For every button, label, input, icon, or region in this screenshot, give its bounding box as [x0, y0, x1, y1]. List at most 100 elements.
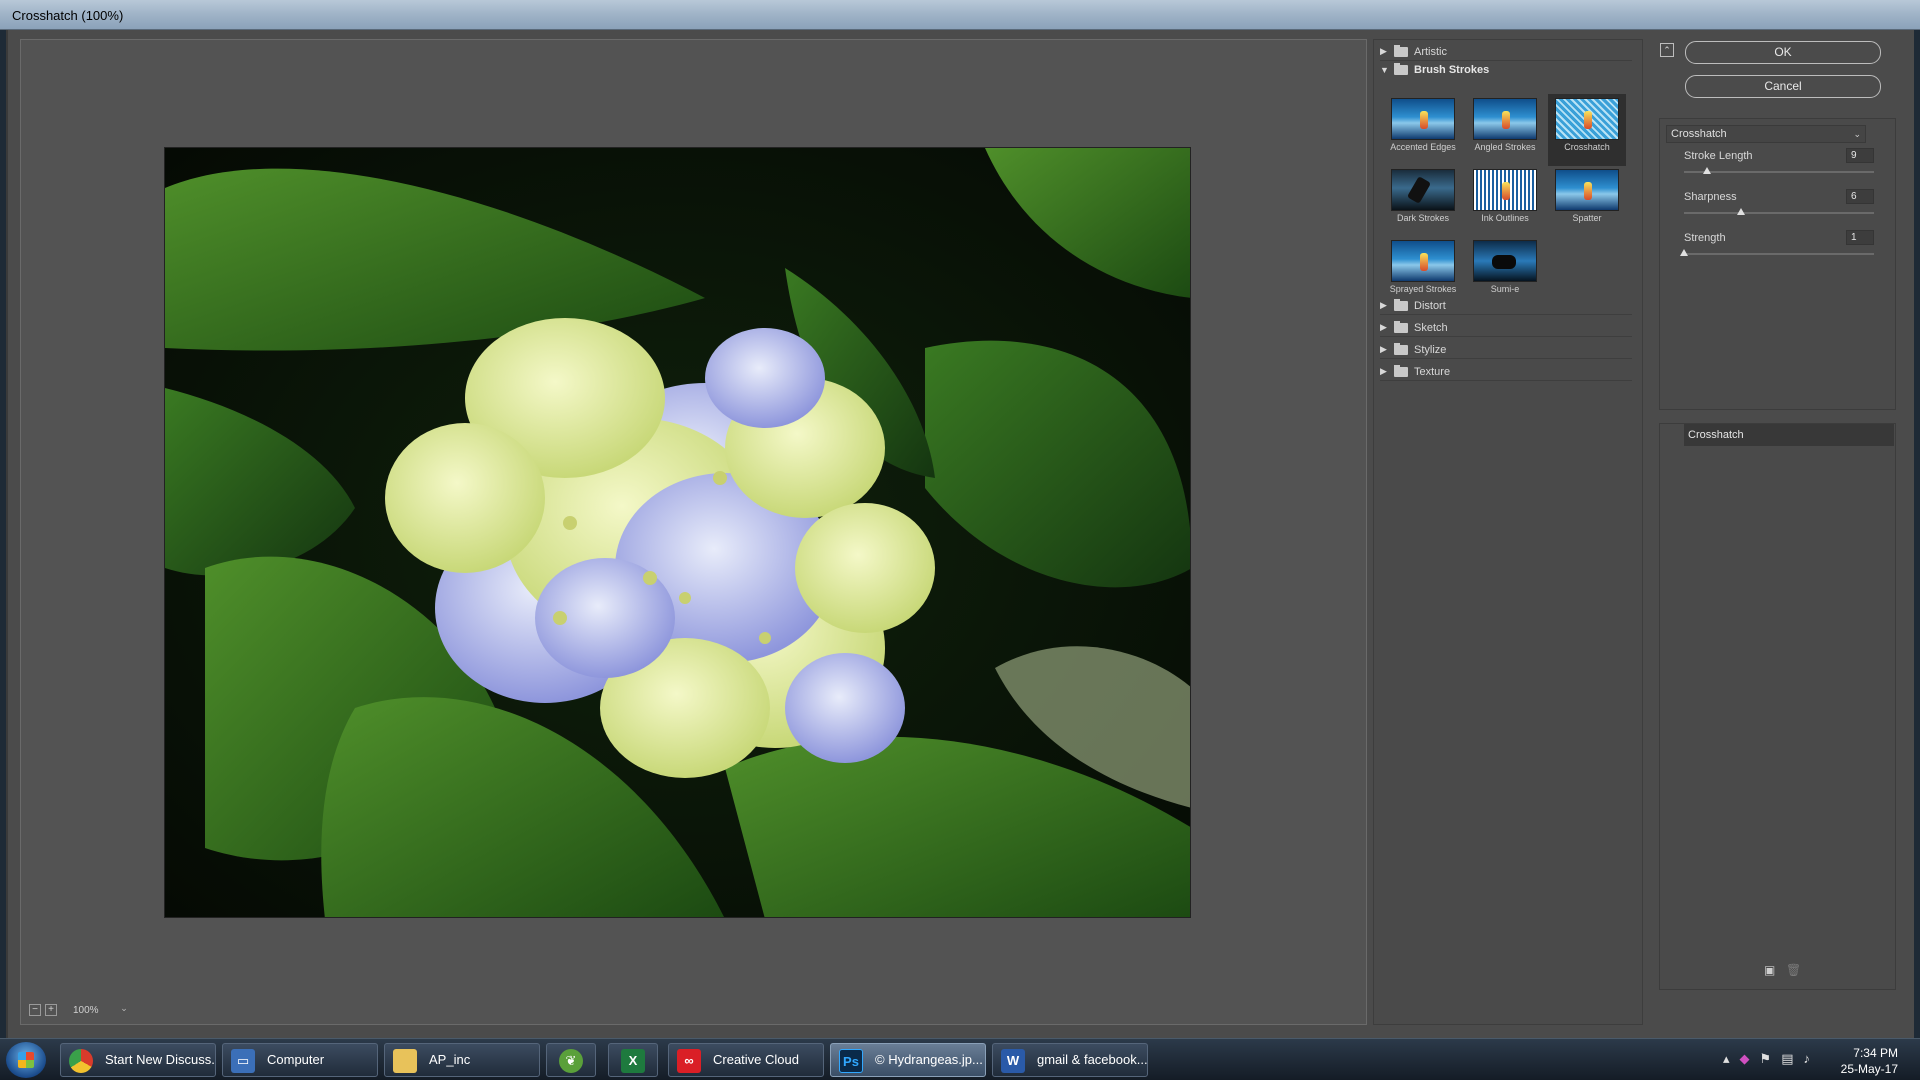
preview-area[interactable]: − + 100% ⌄ [20, 39, 1367, 1025]
title-bar: Crosshatch (100%) [0, 0, 1920, 30]
thumbnail-image [1473, 98, 1537, 140]
app-tray-icon[interactable]: ◆ [1740, 1051, 1750, 1067]
filter-gallery-list: ▶ Artistic ▼ Brush Strokes Accented Edge… [1373, 39, 1643, 1025]
filter-thumb-ink-outlines[interactable]: Ink Outlines [1466, 165, 1544, 237]
zoom-out-button[interactable]: − [29, 1004, 41, 1016]
filter-thumb-accented-edges[interactable]: Accented Edges [1384, 94, 1462, 166]
folder-label: Stylize [1414, 343, 1447, 356]
folder-icon [1394, 320, 1408, 333]
photoshop-icon: Ps [839, 1049, 863, 1073]
param-label: Stroke Length [1684, 150, 1753, 162]
thumbnail-image [1473, 240, 1537, 282]
clock-time: 7:34 PM [1853, 1046, 1898, 1060]
task-chrome[interactable]: Start New Discuss... [60, 1043, 216, 1077]
task-excel[interactable]: X [608, 1043, 658, 1077]
slider-thumb[interactable] [1702, 167, 1711, 174]
clock[interactable]: 7:34 PM 25-May-17 [1841, 1045, 1898, 1077]
task-label: AP_inc [429, 1052, 471, 1067]
folder-artistic[interactable]: ▶ Artistic [1380, 43, 1632, 61]
thumbnail-image [1555, 98, 1619, 140]
slider-track[interactable] [1684, 212, 1874, 214]
task-word[interactable]: W gmail & facebook... [992, 1043, 1148, 1077]
window-title: Crosshatch (100%) [12, 8, 124, 23]
show-hidden-icons-icon[interactable]: ▴ [1723, 1051, 1730, 1067]
expand-arrow-icon: ▶ [1380, 366, 1387, 376]
expand-arrow-icon: ▶ [1380, 46, 1387, 56]
folder-icon [1394, 342, 1408, 355]
chevron-down-icon: ⌄ [1853, 129, 1861, 139]
thumbnail-image [1555, 169, 1619, 211]
zoom-controls: − + 100% ⌄ [29, 1002, 131, 1018]
folder-sketch[interactable]: ▶ Sketch [1380, 319, 1632, 337]
clock-date: 25-May-17 [1840, 1062, 1898, 1076]
folder-brush-strokes[interactable]: ▼ Brush Strokes [1380, 61, 1632, 79]
folder-distort[interactable]: ▶ Distort [1380, 297, 1632, 315]
expand-arrow-icon: ▶ [1380, 300, 1387, 310]
task-label: Computer [267, 1052, 325, 1067]
hydrangea-photo [165, 148, 1190, 917]
effect-layers-panel: Crosshatch ▣ 🗑 [1659, 423, 1896, 990]
network-icon[interactable]: ▤ [1781, 1051, 1793, 1067]
collapse-gallery-icon[interactable]: ⌃ [1660, 43, 1674, 57]
param-label: Strength [1684, 232, 1726, 244]
folder-label: Texture [1414, 365, 1451, 378]
filter-select[interactable]: Crosshatch ⌄ [1666, 125, 1866, 143]
zoom-level[interactable]: 100% [73, 1005, 113, 1016]
thumbnail-label: Crosshatch [1564, 142, 1610, 152]
task-photoshop[interactable]: Ps © Hydrangeas.jp... [830, 1043, 986, 1077]
action-center-flag-icon[interactable]: ⚑ [1760, 1051, 1772, 1067]
param-sharpness: Sharpness 6 [1674, 189, 1874, 229]
filter-select-value: Crosshatch [1671, 128, 1727, 140]
creative-cloud-icon: ∞ [677, 1049, 701, 1073]
start-button[interactable] [6, 1042, 46, 1078]
ok-button[interactable]: OK [1685, 41, 1881, 64]
folder-icon [1394, 63, 1408, 75]
task-app-leaf[interactable]: ❦ [546, 1043, 596, 1077]
param-strength: Strength 1 [1674, 230, 1874, 270]
thumbnail-image [1391, 169, 1455, 211]
slider-track[interactable] [1684, 253, 1874, 255]
computer-icon: ▭ [231, 1049, 255, 1073]
task-ap-inc[interactable]: AP_inc [384, 1043, 540, 1077]
task-computer[interactable]: ▭ Computer [222, 1043, 378, 1077]
filter-thumb-angled-strokes[interactable]: Angled Strokes [1466, 94, 1544, 166]
preview-image [164, 147, 1191, 918]
folder-icon [393, 1049, 417, 1073]
effect-layer-crosshatch[interactable]: Crosshatch [1684, 424, 1894, 446]
zoom-in-button[interactable]: + [45, 1004, 57, 1016]
folder-icon [1394, 364, 1408, 377]
task-label: © Hydrangeas.jp... [875, 1052, 983, 1067]
filter-thumb-dark-strokes[interactable]: Dark Strokes [1384, 165, 1462, 237]
app-leaf-icon: ❦ [559, 1049, 583, 1073]
thumbnail-label: Dark Strokes [1396, 213, 1449, 223]
param-label: Sharpness [1684, 191, 1737, 203]
task-label: gmail & facebook... [1037, 1052, 1148, 1067]
thumbnail-label: Spatter [1572, 213, 1602, 223]
thumbnail-label: Sumi-e [1490, 284, 1520, 294]
filter-thumb-crosshatch[interactable]: Crosshatch [1548, 94, 1626, 166]
thumbnail-label: Angled Strokes [1474, 142, 1536, 152]
filter-thumb-spatter[interactable]: Spatter [1548, 165, 1626, 237]
param-value-input[interactable]: 6 [1846, 189, 1874, 204]
task-creative-cloud[interactable]: ∞ Creative Cloud [668, 1043, 824, 1077]
folder-label: Distort [1414, 299, 1446, 312]
param-value-input[interactable]: 9 [1846, 148, 1874, 163]
expand-arrow-icon: ▶ [1380, 344, 1387, 354]
filter-gallery-dialog: − + 100% ⌄ ▶ Artistic ▼ Brush Strokes Ac… [6, 30, 1914, 1038]
param-value-input[interactable]: 1 [1846, 230, 1874, 245]
volume-icon[interactable]: ♪ [1804, 1051, 1811, 1067]
folder-stylize[interactable]: ▶ Stylize [1380, 341, 1632, 359]
zoom-dropdown-icon[interactable]: ⌄ [117, 1003, 131, 1017]
slider-track[interactable] [1684, 171, 1874, 173]
slider-thumb[interactable] [1680, 249, 1688, 256]
slider-thumb[interactable] [1737, 208, 1745, 215]
thumbnail-label: Accented Edges [1390, 142, 1456, 152]
new-effect-layer-icon[interactable]: ▣ [1764, 963, 1775, 977]
param-stroke-length: Stroke Length 9 [1674, 148, 1874, 188]
cancel-button[interactable]: Cancel [1685, 75, 1881, 98]
collapse-arrow-icon: ▼ [1380, 65, 1389, 75]
delete-layer-icon[interactable]: 🗑 [1786, 963, 1801, 977]
folder-texture[interactable]: ▶ Texture [1380, 363, 1632, 381]
filter-settings-panel: Crosshatch ⌄ Stroke Length 9 Sharpness 6… [1659, 118, 1896, 410]
folder-icon [1394, 44, 1408, 57]
